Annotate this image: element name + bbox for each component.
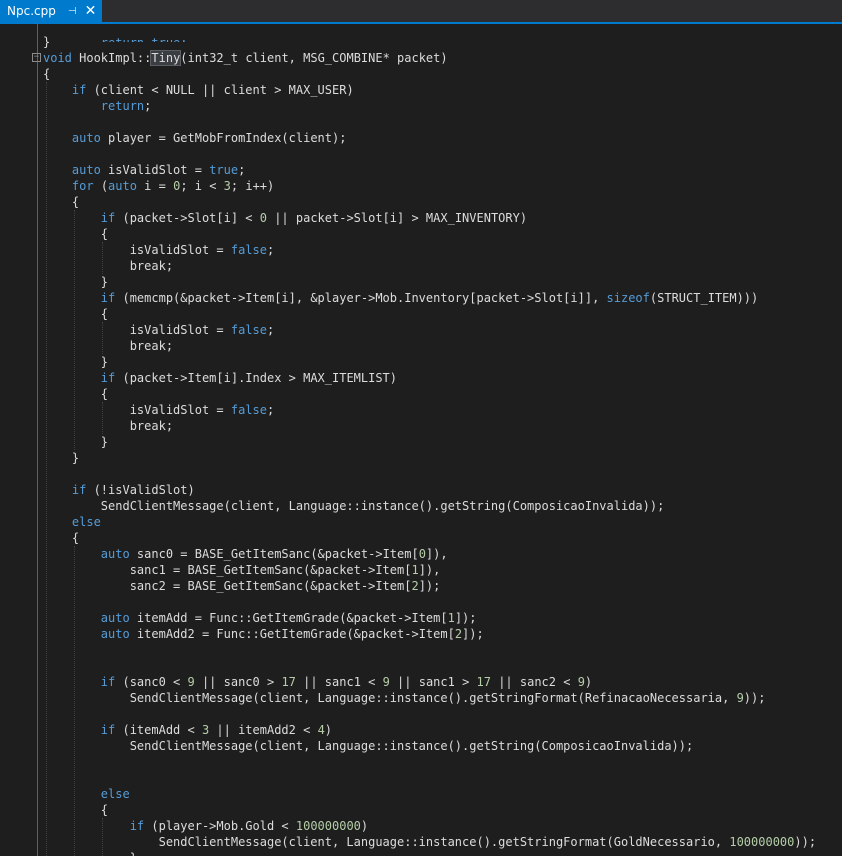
code-line[interactable]: auto itemAdd = Func::GetItemGrade(&packe… — [43, 610, 477, 626]
code-line[interactable]: } — [43, 274, 108, 290]
tab-title: Npc.cpp — [7, 4, 56, 18]
code-line[interactable]: return; — [43, 98, 152, 114]
code-line[interactable]: { — [43, 66, 50, 82]
code-line[interactable]: sanc1 = BASE_GetItemSanc(&packet->Item[1… — [43, 562, 441, 578]
code-line[interactable]: { — [43, 386, 108, 402]
code-line[interactable]: isValidSlot = false; — [43, 242, 275, 258]
code-line[interactable]: else — [43, 514, 101, 530]
code-line[interactable]: if (client < NULL || client > MAX_USER) — [43, 82, 354, 98]
code-line[interactable]: if (!isValidSlot) — [43, 482, 195, 498]
close-icon[interactable]: ✕ — [85, 4, 97, 18]
code-line[interactable]: } — [43, 354, 108, 370]
code-line[interactable]: { — [43, 306, 108, 322]
code-line[interactable]: if (packet->Slot[i] < 0 || packet->Slot[… — [43, 210, 527, 226]
code-line[interactable]: break; — [43, 258, 173, 274]
code-line[interactable]: SendClientMessage(client, Language::inst… — [43, 834, 816, 850]
code-line[interactable]: else — [43, 786, 130, 802]
code-line[interactable]: isValidSlot = false; — [43, 322, 275, 338]
code-line[interactable]: auto sanc0 = BASE_GetItemSanc(&packet->I… — [43, 546, 448, 562]
tab-npc-cpp[interactable]: Npc.cpp ⊣ ✕ — [0, 0, 103, 22]
code-line[interactable]: void HookImpl::Tiny(int32_t client, MSG_… — [43, 50, 448, 66]
code-line[interactable]: sanc2 = BASE_GetItemSanc(&packet->Item[2… — [43, 578, 441, 594]
code-line[interactable]: for (auto i = 0; i < 3; i++) — [43, 178, 274, 194]
partial-code-line: return true; — [43, 38, 188, 42]
code-line[interactable]: auto player = GetMobFromIndex(client); — [43, 130, 347, 146]
pin-icon[interactable]: ⊣ — [68, 6, 77, 17]
code-line[interactable]: } — [43, 34, 50, 50]
code-line[interactable]: if (itemAdd < 3 || itemAdd2 < 4) — [43, 722, 332, 738]
code-line[interactable]: { — [43, 194, 79, 210]
code-line[interactable]: if (packet->Item[i].Index > MAX_ITEMLIST… — [43, 370, 397, 386]
code-line[interactable]: SendClientMessage(client, Language::inst… — [43, 690, 766, 706]
code-line[interactable]: { — [43, 530, 79, 546]
code-line[interactable]: SendClientMessage(client, Language::inst… — [43, 498, 665, 514]
code-line[interactable]: { — [43, 802, 108, 818]
code-line[interactable]: { — [43, 226, 108, 242]
fold-toggle-icon[interactable]: − — [32, 53, 41, 62]
code-line[interactable]: if (sanc0 < 9 || sanc0 > 17 || sanc1 < 9… — [43, 674, 592, 690]
code-line[interactable]: auto isValidSlot = true; — [43, 162, 245, 178]
editor-tab-bar: Npc.cpp ⊣ ✕ — [0, 0, 842, 24]
code-line[interactable]: if (memcmp(&packet->Item[i], &player->Mo… — [43, 290, 758, 306]
code-editor[interactable]: return true; − }void HookImpl::Tiny(int3… — [0, 24, 842, 856]
code-line[interactable]: } — [43, 450, 79, 466]
code-line[interactable]: } — [43, 850, 137, 856]
outline-margin-line — [37, 24, 38, 856]
code-line[interactable]: auto itemAdd2 = Func::GetItemGrade(&pack… — [43, 626, 484, 642]
code-line[interactable]: isValidSlot = false; — [43, 402, 275, 418]
code-line[interactable]: break; — [43, 338, 173, 354]
code-line[interactable]: SendClientMessage(client, Language::inst… — [43, 738, 694, 754]
code-line[interactable]: if (player->Mob.Gold < 100000000) — [43, 818, 368, 834]
code-line[interactable]: } — [43, 434, 108, 450]
code-line[interactable]: break; — [43, 418, 173, 434]
